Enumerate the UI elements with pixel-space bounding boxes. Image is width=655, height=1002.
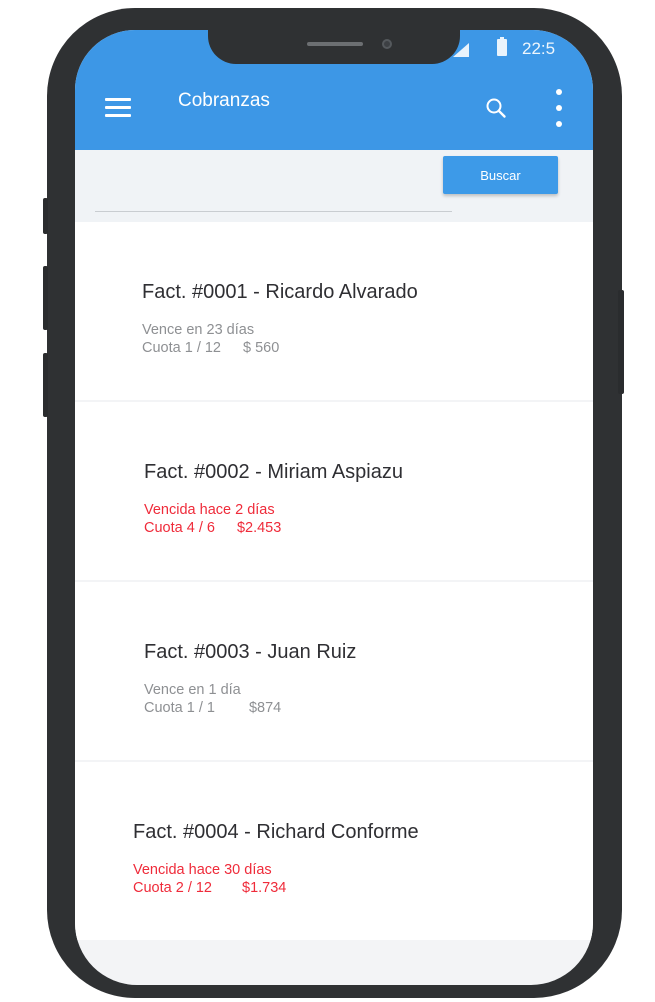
side-button-volume-down — [43, 353, 48, 417]
invoice-card-0001[interactable]: Fact. #0001 - Ricardo Alvarado Vence en … — [75, 222, 593, 400]
side-button-power — [618, 290, 624, 394]
invoice-card-0004[interactable]: Fact. #0004 - Richard Conforme Vencida h… — [75, 762, 593, 940]
front-camera — [382, 39, 392, 49]
invoice-installment: Cuota 4 / 6 — [144, 520, 215, 536]
invoice-title: Fact. #0001 - Ricardo Alvarado — [142, 281, 418, 303]
invoice-details: Vencida hace 30 días Cuota 2 / 12 $1.734 — [133, 861, 286, 897]
invoice-installment: Cuota 1 / 1 — [144, 700, 215, 716]
search-input[interactable] — [95, 211, 452, 212]
phone-screen: 22:5 Cobranzas Buscar Fact. #0001 - Rica… — [75, 30, 593, 985]
side-button-silent — [43, 198, 48, 234]
invoice-details: Vence en 23 días Cuota 1 / 12 $ 560 — [142, 321, 279, 357]
invoice-amount: $874 — [248, 700, 282, 716]
invoice-card-0002[interactable]: Fact. #0002 - Miriam Aspiazu Vencida hac… — [75, 402, 593, 580]
buscar-button[interactable]: Buscar — [443, 156, 558, 194]
camera-notch — [208, 30, 460, 64]
app-title: Cobranzas — [178, 90, 270, 111]
invoice-due-text: Vence en 23 días — [142, 322, 255, 338]
invoice-amount: $ 560 — [243, 340, 280, 356]
invoice-due-text: Vencida hace 30 días — [133, 862, 272, 878]
invoice-card-0003[interactable]: Fact. #0003 - Juan Ruiz Vence en 1 día C… — [75, 582, 593, 760]
search-icon[interactable] — [485, 97, 507, 119]
side-button-volume-up — [43, 266, 48, 330]
invoice-details: Vence en 1 día Cuota 1 / 1 $874 — [144, 681, 281, 717]
invoice-title: Fact. #0003 - Juan Ruiz — [144, 641, 357, 663]
invoice-amount: $1.734 — [242, 880, 287, 896]
invoice-installment: Cuota 1 / 12 — [142, 340, 221, 356]
battery-icon — [497, 37, 507, 56]
menu-icon[interactable] — [105, 98, 131, 118]
invoice-due-text: Vence en 1 día — [144, 682, 241, 698]
more-vertical-icon[interactable] — [552, 89, 566, 129]
status-time: 22:5 — [522, 39, 556, 58]
invoice-title: Fact. #0002 - Miriam Aspiazu — [144, 461, 403, 483]
search-area: Buscar — [75, 150, 593, 222]
invoice-amount: $2.453 — [236, 520, 282, 536]
speaker-grille — [307, 42, 363, 46]
invoice-due-text: Vencida hace 2 días — [144, 502, 275, 518]
invoice-installment: Cuota 2 / 12 — [133, 880, 212, 896]
invoice-title: Fact. #0004 - Richard Conforme — [133, 821, 419, 843]
invoice-details: Vencida hace 2 días Cuota 4 / 6 $2.453 — [144, 501, 281, 537]
